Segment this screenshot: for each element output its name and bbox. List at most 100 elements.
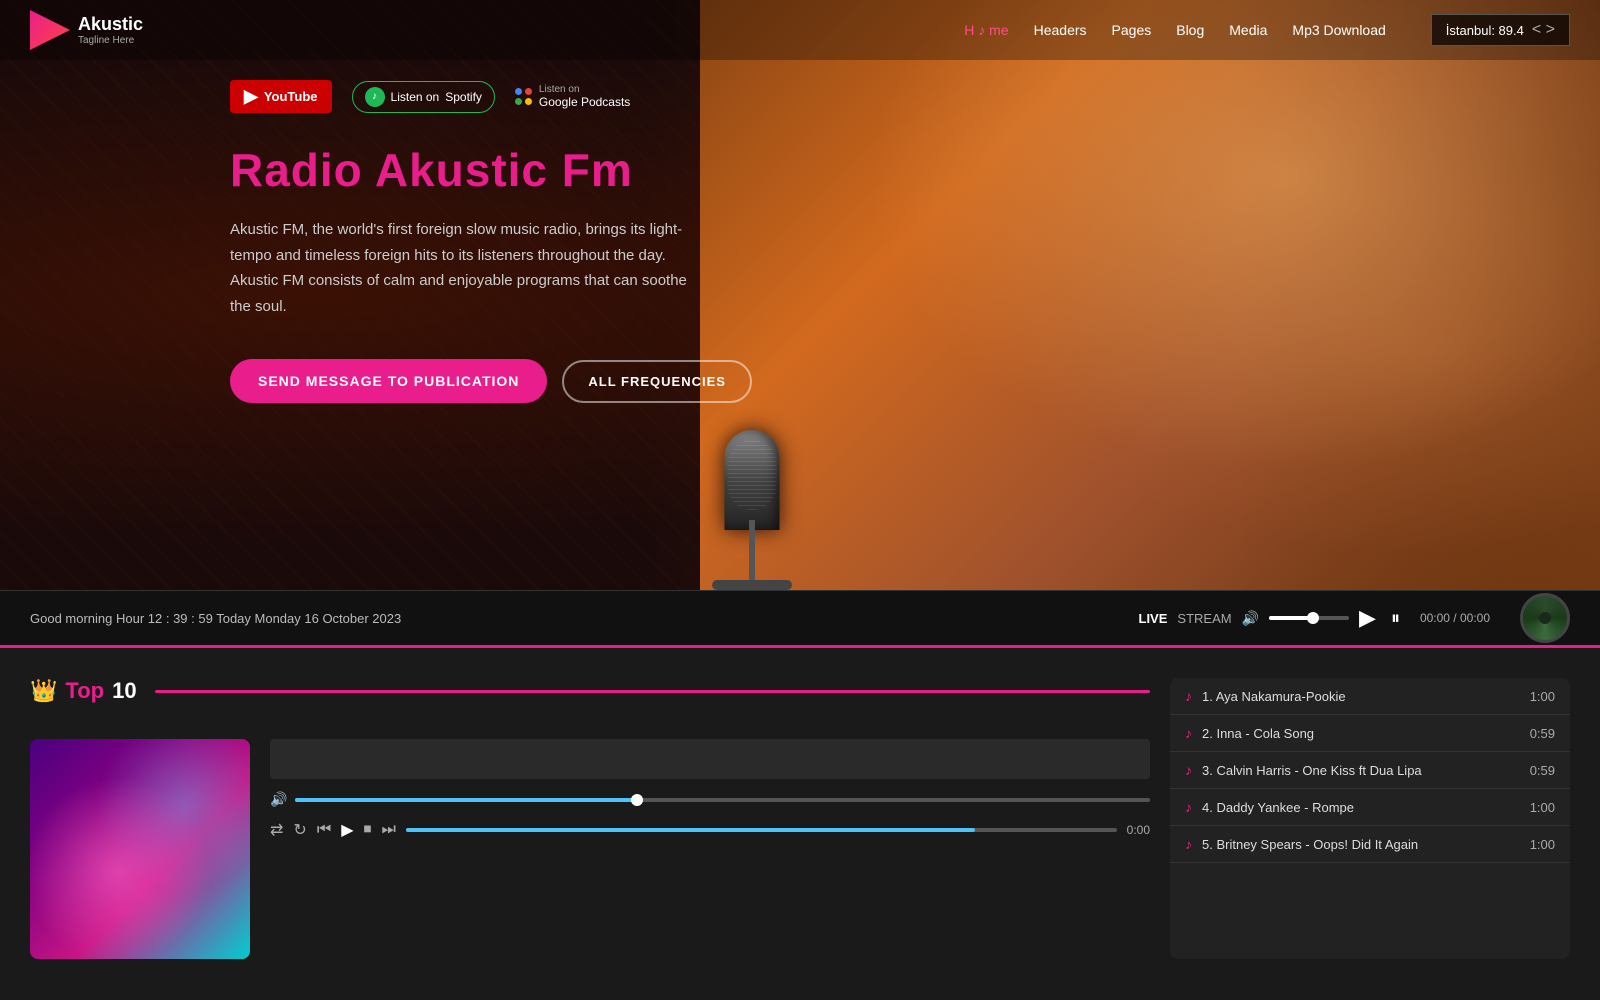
mini-play-button[interactable]: ▶ bbox=[341, 820, 353, 840]
mini-volume-bar[interactable] bbox=[295, 798, 1150, 802]
top10-divider bbox=[155, 690, 1150, 693]
track-display bbox=[270, 739, 1150, 779]
track-note-1: ♪ bbox=[1185, 688, 1192, 704]
track-name-3: 3. Calvin Harris - One Kiss ft Dua Lipa bbox=[1202, 763, 1520, 778]
volume-bar[interactable] bbox=[1269, 616, 1349, 620]
track-name-4: 4. Daddy Yankee - Rompe bbox=[1202, 800, 1520, 815]
stream-label: STREAM bbox=[1177, 611, 1231, 626]
google-dot-2 bbox=[525, 88, 532, 95]
nav-pages[interactable]: Pages bbox=[1112, 22, 1152, 38]
nav-mp3[interactable]: Mp3 Download bbox=[1292, 22, 1385, 38]
brand-tagline: Tagline Here bbox=[78, 35, 143, 46]
google-icon bbox=[515, 88, 533, 106]
track-item[interactable]: ♪ 4. Daddy Yankee - Rompe 1:00 bbox=[1170, 789, 1570, 826]
mini-controls: ⇄ ↻ ⏮ ▶ ⏹ ⏭ 0:00 bbox=[270, 820, 1150, 840]
stop-button[interactable]: ⏹ bbox=[364, 821, 372, 839]
track-note-4: ♪ bbox=[1185, 799, 1192, 815]
platform-badges: ▶ YouTube ♪ Listen on Spotify Listen on … bbox=[230, 80, 1600, 113]
track-item[interactable]: ♪ 5. Britney Spears - Oops! Did It Again… bbox=[1170, 826, 1570, 863]
track-list-scroll[interactable]: ♪ 1. Aya Nakamura-Pookie 1:00 ♪ 2. Inna … bbox=[1170, 678, 1570, 898]
track-duration-3: 0:59 bbox=[1530, 763, 1555, 778]
track-list: ♪ 1. Aya Nakamura-Pookie 1:00 ♪ 2. Inna … bbox=[1170, 678, 1570, 959]
mini-progress-fill bbox=[406, 828, 975, 832]
live-player-controls: LIVE STREAM 🔊 ▶ ⏸ 00:00 / 00:00 bbox=[1139, 605, 1491, 631]
mini-volume-icon: 🔊 bbox=[270, 791, 287, 808]
bottom-section: 👑 Top 10 🔊 ⇄ bbox=[0, 645, 1600, 989]
crown-icon: 👑 bbox=[30, 678, 57, 704]
mini-time: 0:00 bbox=[1127, 823, 1150, 837]
mini-volume: 🔊 bbox=[270, 791, 1150, 808]
hero-title: Radio Akustic Fm bbox=[230, 143, 1600, 197]
nav-home[interactable]: H ♪ me bbox=[964, 22, 1008, 38]
hero-content: ▶ YouTube ♪ Listen on Spotify Listen on … bbox=[0, 0, 1600, 443]
hero-buttons: SEND MESSAGE TO PUBLICATION ALL FREQUENC… bbox=[230, 359, 1600, 403]
brand-name: Akustic bbox=[78, 14, 143, 34]
hero-description: Akustic FM, the world's first foreign sl… bbox=[230, 217, 710, 319]
youtube-icon: ▶ bbox=[244, 86, 258, 107]
mini-volume-dot bbox=[631, 794, 643, 806]
track-duration-2: 0:59 bbox=[1530, 726, 1555, 741]
google-badge[interactable]: Listen on Google Podcasts bbox=[515, 84, 630, 109]
nav-links: H ♪ me Headers Pages Blog Media Mp3 Down… bbox=[964, 14, 1570, 46]
album-art bbox=[30, 739, 250, 959]
station-selector[interactable]: İstanbul: 89.4 < > bbox=[1431, 14, 1570, 46]
track-name-1: 1. Aya Nakamura-Pookie bbox=[1202, 689, 1520, 704]
logo[interactable]: Akustic Tagline Here bbox=[30, 10, 143, 50]
track-duration-4: 1:00 bbox=[1530, 800, 1555, 815]
time-display: 00:00 / 00:00 bbox=[1420, 611, 1490, 625]
nav-blog[interactable]: Blog bbox=[1176, 22, 1204, 38]
top10-section: 👑 Top 10 🔊 ⇄ bbox=[30, 678, 1150, 959]
track-note-3: ♪ bbox=[1185, 762, 1192, 778]
mini-progress-bar[interactable] bbox=[406, 828, 1117, 832]
player-section: 🔊 ⇄ ↻ ⏮ ▶ ⏹ ⏭ 0:00 bbox=[30, 739, 1150, 959]
track-note-2: ♪ bbox=[1185, 725, 1192, 741]
track-item[interactable]: ♪ 1. Aya Nakamura-Pookie 1:00 bbox=[1170, 678, 1570, 715]
station-name: İstanbul: 89.4 bbox=[1446, 23, 1524, 38]
pause-button[interactable]: ⏸ bbox=[1391, 608, 1400, 629]
google-listen-on: Listen on bbox=[539, 84, 630, 95]
spotify-badge[interactable]: ♪ Listen on Spotify bbox=[352, 81, 495, 113]
album-art-visual bbox=[30, 739, 250, 959]
live-label: LIVE bbox=[1139, 611, 1168, 626]
shuffle-button[interactable]: ⇄ bbox=[270, 820, 283, 840]
youtube-label: YouTube bbox=[264, 89, 318, 104]
google-dot-4 bbox=[525, 98, 532, 105]
track-item[interactable]: ♪ 3. Calvin Harris - One Kiss ft Dua Lip… bbox=[1170, 752, 1570, 789]
google-dot-3 bbox=[515, 98, 522, 105]
track-duration-5: 1:00 bbox=[1530, 837, 1555, 852]
top10-header: 👑 Top 10 bbox=[30, 678, 1150, 704]
spotify-name: Spotify bbox=[445, 90, 482, 104]
spotify-label: Listen on bbox=[391, 90, 440, 104]
prev-button[interactable]: ⏮ bbox=[317, 821, 331, 839]
volume-dot bbox=[1307, 612, 1319, 624]
top-number: 10 bbox=[112, 678, 136, 704]
greeting-time: Good morning Hour 12 : 39 : 59 Today Mon… bbox=[30, 611, 401, 626]
vinyl-disc bbox=[1520, 593, 1570, 643]
mini-player: 🔊 ⇄ ↻ ⏮ ▶ ⏹ ⏭ 0:00 bbox=[270, 739, 1150, 959]
play-button[interactable]: ▶ bbox=[1359, 605, 1376, 631]
all-frequencies-button[interactable]: ALL FREQUENCIES bbox=[562, 360, 752, 403]
track-note-5: ♪ bbox=[1185, 836, 1192, 852]
nav-media[interactable]: Media bbox=[1229, 22, 1267, 38]
send-message-button[interactable]: SEND MESSAGE TO PUBLICATION bbox=[230, 359, 547, 403]
youtube-badge[interactable]: ▶ YouTube bbox=[230, 80, 332, 113]
repeat-button[interactable]: ↻ bbox=[293, 820, 306, 840]
track-duration-1: 1:00 bbox=[1530, 689, 1555, 704]
google-dot-1 bbox=[515, 88, 522, 95]
nav-headers[interactable]: Headers bbox=[1034, 22, 1087, 38]
track-item[interactable]: ♪ 2. Inna - Cola Song 0:59 bbox=[1170, 715, 1570, 752]
spotify-icon: ♪ bbox=[365, 87, 385, 107]
top-label: Top bbox=[65, 678, 104, 704]
next-button[interactable]: ⏭ bbox=[382, 821, 396, 839]
logo-text-area: Akustic Tagline Here bbox=[78, 14, 143, 46]
mic-base bbox=[712, 580, 792, 590]
navbar: Akustic Tagline Here H ♪ me Headers Page… bbox=[0, 0, 1600, 60]
track-name-2: 2. Inna - Cola Song bbox=[1202, 726, 1520, 741]
google-name: Google Podcasts bbox=[539, 95, 630, 109]
station-arrows-icon: < > bbox=[1532, 21, 1555, 39]
mini-volume-fill bbox=[295, 798, 637, 802]
hero-section: ▶ YouTube ♪ Listen on Spotify Listen on … bbox=[0, 0, 1600, 590]
google-label-area: Listen on Google Podcasts bbox=[539, 84, 630, 109]
logo-icon bbox=[30, 10, 70, 50]
volume-icon: 🔊 bbox=[1242, 610, 1259, 627]
